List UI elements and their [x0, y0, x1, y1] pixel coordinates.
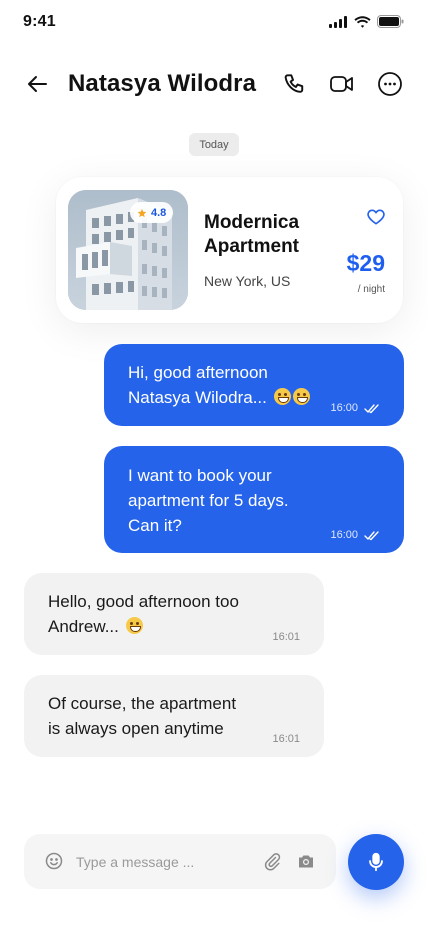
message-meta: 16:01: [272, 727, 300, 752]
message-time: 16:00: [330, 402, 358, 414]
favorite-button[interactable]: [364, 205, 388, 229]
message-line: Hello, good afternoon too: [48, 592, 239, 611]
contact-name: Natasya Wilodra: [68, 70, 257, 97]
message-line: Hi, good afternoon: [128, 363, 268, 382]
message-line-with-emoji: Andrew...: [48, 614, 239, 639]
message-meta: 16:00: [330, 523, 380, 548]
rating-value: 4.8: [151, 206, 167, 219]
star-icon: [137, 208, 147, 217]
rating-badge: 4.8: [130, 202, 174, 223]
heart-icon: [367, 209, 385, 225]
battery-icon: [377, 15, 404, 28]
message-line: Andrew...: [48, 617, 119, 636]
status-icons: [329, 15, 404, 28]
status-bar: 9:41: [0, 0, 428, 44]
message-line: Natasya Wilodra...: [128, 388, 267, 407]
message-composer: [24, 834, 336, 889]
smiley-icon[interactable]: [44, 851, 64, 871]
message-text: Of course, the apartment is always open …: [48, 691, 236, 741]
message-meta: 16:01: [272, 625, 300, 650]
status-time: 9:41: [23, 13, 56, 30]
voice-call-button[interactable]: [280, 70, 308, 98]
message-bubble-outgoing[interactable]: Hi, good afternoon Natasya Wilodra... 16…: [104, 344, 404, 426]
message-line: Can it?: [128, 516, 182, 535]
listing-card[interactable]: 4.8 Modernica Apartment New York, US $29…: [56, 177, 403, 323]
signal-icon: [329, 15, 347, 28]
more-horizontal-icon: [378, 72, 402, 96]
listing-photo: 4.8: [68, 190, 188, 310]
message-time: 16:01: [272, 733, 300, 745]
message-bubble-outgoing[interactable]: I want to book your apartment for 5 days…: [104, 446, 404, 553]
message-line: I want to book your: [128, 466, 272, 485]
microphone-icon: [369, 852, 383, 872]
grinning-emoji-icon: [125, 617, 143, 634]
grinning-emoji-icon: [273, 388, 291, 405]
voice-record-button[interactable]: [348, 834, 404, 890]
back-button[interactable]: [24, 70, 52, 98]
message-line: Of course, the apartment: [48, 694, 237, 713]
listing-price-unit: / night: [357, 284, 385, 295]
video-camera-icon: [330, 76, 353, 92]
message-line-with-emoji: Natasya Wilodra...: [128, 385, 310, 410]
wifi-icon: [354, 15, 371, 28]
phone-icon: [284, 74, 304, 93]
video-call-button[interactable]: [328, 70, 356, 98]
message-bubble-incoming[interactable]: Hello, good afternoon too Andrew... 16:0…: [24, 573, 324, 655]
grinning-emoji-icon: [292, 388, 310, 405]
double-check-icon: [364, 403, 379, 413]
message-text: Hello, good afternoon too Andrew...: [48, 589, 239, 639]
message-time: 16:00: [330, 529, 358, 541]
camera-icon[interactable]: [296, 851, 316, 871]
message-meta: 16:00: [330, 396, 380, 421]
chat-header: Natasya Wilodra: [0, 62, 428, 108]
message-line: is always open anytime: [48, 719, 224, 738]
message-bubble-incoming[interactable]: Of course, the apartment is always open …: [24, 675, 324, 757]
message-input[interactable]: [76, 844, 256, 879]
listing-location: New York, US: [204, 273, 291, 289]
message-text: I want to book your apartment for 5 days…: [128, 463, 289, 538]
message-text: Hi, good afternoon Natasya Wilodra...: [128, 360, 310, 410]
arrow-left-icon: [28, 76, 47, 92]
listing-price: $29: [346, 250, 385, 276]
double-check-icon: [364, 530, 379, 540]
message-time: 16:01: [272, 631, 300, 643]
listing-title: Modernica Apartment: [204, 212, 300, 257]
paperclip-icon[interactable]: [262, 851, 282, 871]
more-options-button[interactable]: [376, 70, 404, 98]
message-line: apartment for 5 days.: [128, 491, 289, 510]
date-separator: Today: [189, 133, 239, 156]
